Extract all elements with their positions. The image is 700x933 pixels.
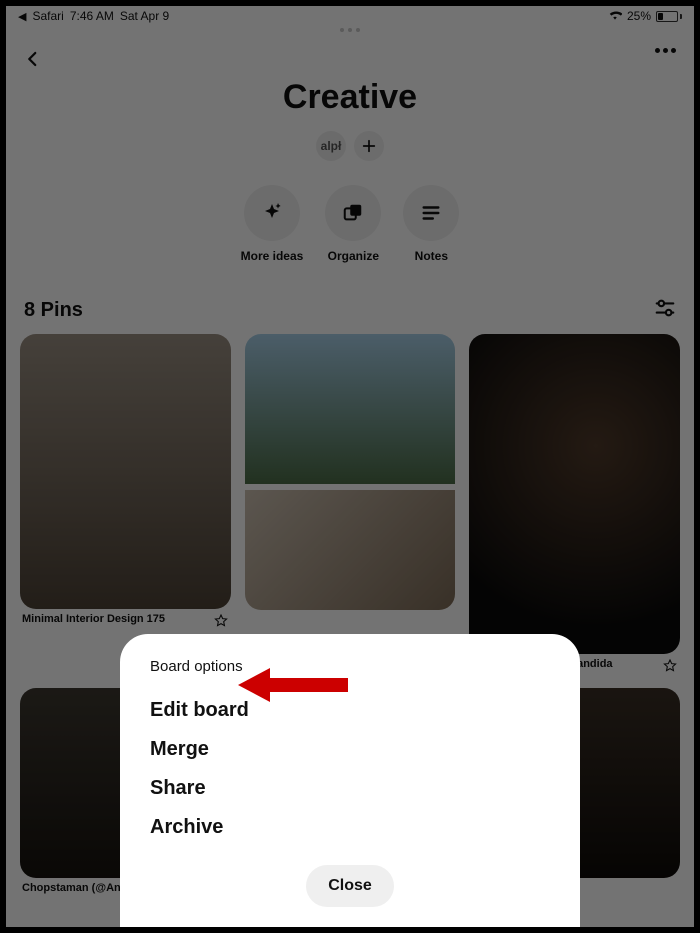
close-button[interactable]: Close (306, 865, 394, 907)
share-option[interactable]: Share (150, 769, 550, 808)
edit-board-option[interactable]: Edit board (150, 691, 550, 730)
board-options-sheet: Board options Edit board Merge Share Arc… (120, 634, 580, 927)
sheet-title: Board options (150, 658, 550, 675)
archive-option[interactable]: Archive (150, 808, 550, 847)
merge-option[interactable]: Merge (150, 730, 550, 769)
